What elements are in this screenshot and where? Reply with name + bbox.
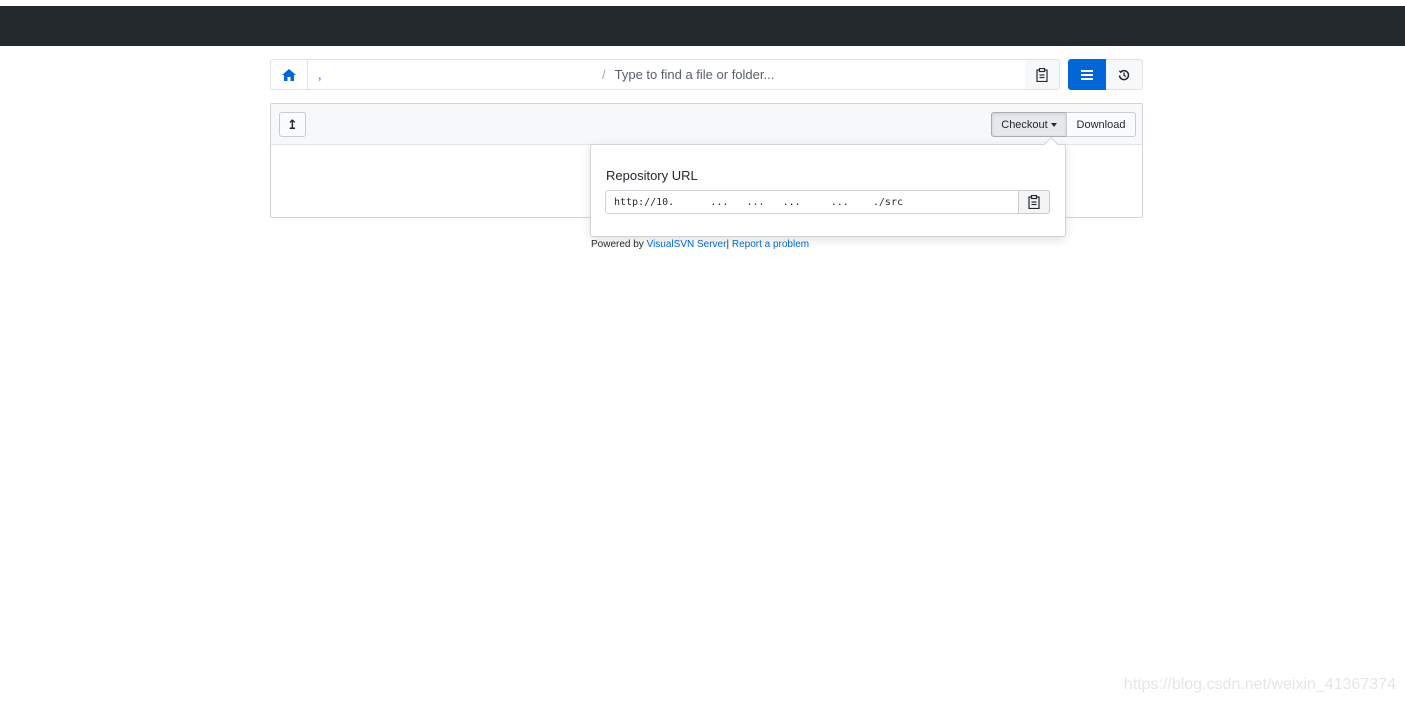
history-icon <box>1118 69 1130 80</box>
home-button[interactable] <box>271 60 308 89</box>
copy-url-button[interactable] <box>1018 190 1050 214</box>
home-icon <box>282 68 296 81</box>
footer-divider: | <box>726 239 730 250</box>
list-view-button[interactable] <box>1068 59 1106 90</box>
powered-by-text: Powered by <box>591 239 644 250</box>
checkout-label: Checkout <box>1001 118 1048 131</box>
clipboard-icon <box>1036 67 1048 82</box>
caret-down-icon <box>1050 122 1057 127</box>
download-button[interactable]: Download <box>1066 112 1136 137</box>
history-view-button[interactable] <box>1106 59 1143 90</box>
copy-path-button[interactable] <box>1025 59 1060 90</box>
page-footer: Powered by VisualSVN Server| Report a pr… <box>591 239 809 250</box>
repository-url-field[interactable] <box>605 190 1019 214</box>
breadcrumb-path[interactable]: , <box>318 67 598 82</box>
file-search-input[interactable] <box>614 61 1015 88</box>
report-problem-link[interactable]: Report a problem <box>732 239 809 250</box>
checkout-popover: Repository URL <box>590 136 1066 237</box>
repository-url-label: Repository URL <box>606 168 698 183</box>
path-search-bar: , / <box>270 59 1026 90</box>
checkout-dropdown-button[interactable]: Checkout <box>991 112 1067 137</box>
list-icon <box>1081 69 1093 80</box>
visualsvn-server-link[interactable]: VisualSVN Server <box>647 239 727 250</box>
watermark-text: https://blog.csdn.net/weixin_41367374 <box>1123 676 1396 693</box>
breadcrumb-separator: / <box>602 67 606 82</box>
up-directory-button[interactable]: ↥ <box>279 112 306 137</box>
panel-toolbar: ↥ Checkout Download <box>271 104 1142 145</box>
top-navigation-bar <box>0 6 1405 46</box>
clipboard-icon <box>1028 195 1040 209</box>
